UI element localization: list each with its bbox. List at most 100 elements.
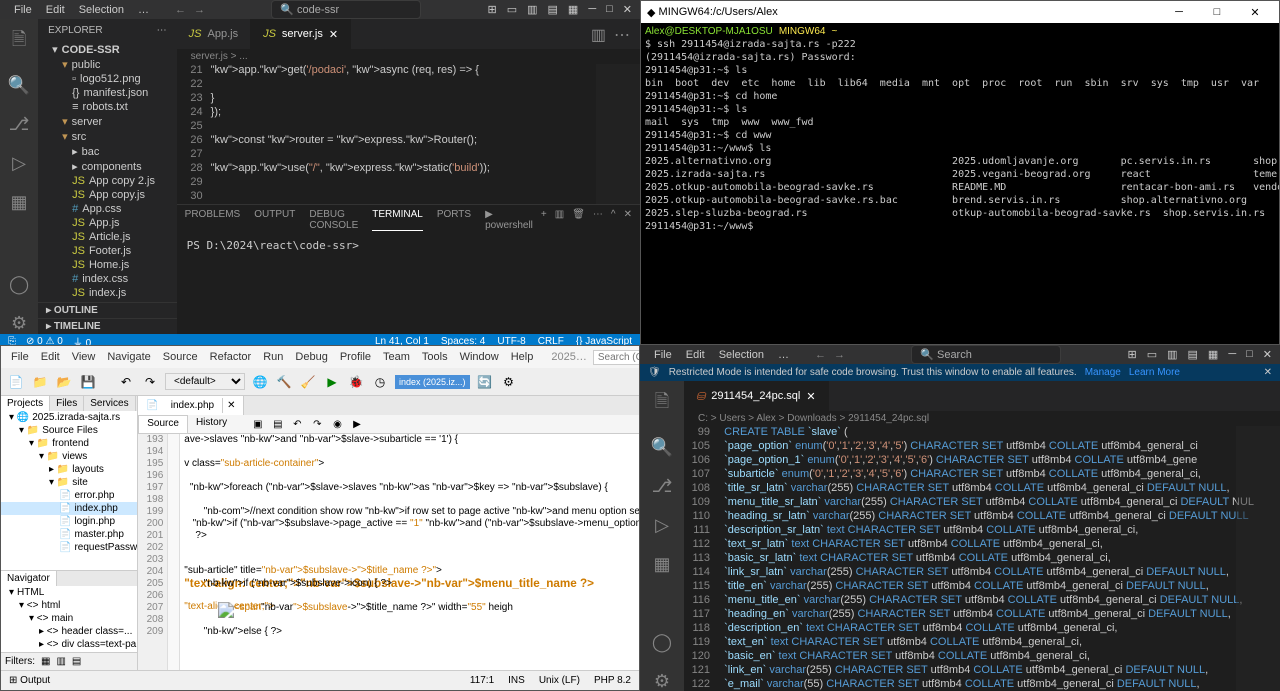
panel-icon[interactable]: ▥ bbox=[527, 3, 537, 16]
extensions-icon[interactable]: ▦ bbox=[653, 554, 670, 575]
shell-select[interactable]: ▶ powershell bbox=[485, 209, 533, 231]
tab-services[interactable]: Services bbox=[84, 396, 135, 411]
remote-icon[interactable]: ⎘ bbox=[8, 336, 16, 345]
explorer-icon[interactable]: 🗎 bbox=[12, 27, 26, 57]
menu-more[interactable]: … bbox=[132, 2, 155, 18]
learn-link[interactable]: Learn More bbox=[1129, 367, 1180, 378]
debug-icon[interactable]: 🐞 bbox=[347, 373, 365, 391]
ico-6[interactable]: ▶ bbox=[345, 417, 361, 431]
file-index[interactable]: 📄 index.php bbox=[1, 502, 137, 515]
terminal-body[interactable]: PS D:\2024\react\code-ssr> bbox=[177, 235, 640, 334]
close-btn[interactable]: ✕ bbox=[1237, 6, 1273, 19]
file-indexcss[interactable]: #index.css bbox=[38, 272, 177, 286]
profile-icon[interactable]: ◷ bbox=[371, 373, 389, 391]
settings-icon[interactable]: ⚙ bbox=[654, 671, 670, 691]
tab-ports[interactable]: PORTS bbox=[437, 209, 471, 231]
search-input[interactable] bbox=[593, 350, 640, 365]
tab-more-icon[interactable]: ⋯ bbox=[614, 25, 630, 43]
folder-src[interactable]: ▾src bbox=[38, 129, 177, 144]
build-icon[interactable]: 🔨 bbox=[275, 373, 293, 391]
customize-icon[interactable]: ▦ bbox=[568, 3, 578, 16]
output-toggle[interactable]: ⊞ Output bbox=[9, 675, 50, 686]
search-icon[interactable]: 🔍 bbox=[8, 75, 30, 96]
panel-icon[interactable]: ▥ bbox=[1167, 348, 1177, 361]
more-icon[interactable]: ⚙ bbox=[500, 373, 518, 391]
redo-icon[interactable]: ↷ bbox=[141, 373, 159, 391]
tab-appjs[interactable]: JSApp.js bbox=[177, 19, 251, 49]
nav-back-icon[interactable]: ← bbox=[815, 349, 826, 361]
nav-html[interactable]: ▾ HTML bbox=[1, 586, 137, 599]
status-errors[interactable]: ⊘ 0 ⚠ 0 bbox=[26, 336, 63, 345]
tab-terminal[interactable]: TERMINAL bbox=[372, 209, 423, 231]
menu-debug[interactable]: Debug bbox=[289, 349, 333, 365]
max-btn[interactable]: □ bbox=[1246, 348, 1253, 361]
folder-frontend[interactable]: ▾ 📁 frontend bbox=[1, 437, 137, 450]
term-more-icon[interactable]: ⋯ bbox=[593, 209, 603, 231]
sql-editor[interactable]: 9910510610710810911011111211311411511611… bbox=[684, 426, 1280, 691]
status-cursor[interactable]: Ln 41, Col 1 bbox=[375, 336, 429, 345]
file-article[interactable]: JSArticle.js bbox=[38, 230, 177, 244]
close-tab-icon[interactable]: ✕ bbox=[806, 390, 815, 403]
menu-file[interactable]: File bbox=[8, 2, 38, 18]
ico-3[interactable]: ↶ bbox=[285, 417, 301, 431]
status-encoding[interactable]: UTF-8 bbox=[497, 336, 525, 345]
sidebar-toggle-icon[interactable]: ▤ bbox=[548, 3, 558, 16]
close-tab-icon[interactable]: ✕ bbox=[329, 28, 338, 41]
tab-problems[interactable]: PROBLEMS bbox=[185, 209, 241, 231]
settings-icon[interactable]: ⚙ bbox=[11, 313, 27, 334]
ico-2[interactable]: ▤ bbox=[265, 417, 281, 431]
account-icon[interactable]: ◯ bbox=[9, 274, 29, 295]
minimap[interactable] bbox=[1236, 426, 1280, 691]
folder-layouts[interactable]: ▸ 📁 layouts bbox=[1, 463, 137, 476]
globe-icon[interactable]: 🌐 bbox=[251, 373, 269, 391]
account-icon[interactable]: ◯ bbox=[652, 632, 672, 653]
minimap[interactable] bbox=[596, 64, 640, 204]
file-robots[interactable]: ≡robots.txt bbox=[38, 100, 177, 114]
file-appjs[interactable]: JSApp.js bbox=[38, 216, 177, 230]
nav-fwd-icon[interactable]: → bbox=[194, 4, 205, 16]
breadcrumbs[interactable]: server.js > ... bbox=[177, 49, 640, 64]
max-btn[interactable]: □ bbox=[606, 3, 613, 16]
status-lang[interactable]: {} JavaScript bbox=[576, 336, 632, 345]
menu-selection[interactable]: Selection bbox=[73, 2, 130, 18]
folder-bac[interactable]: ▸bac bbox=[38, 144, 177, 159]
subtab-history[interactable]: History bbox=[188, 415, 235, 433]
min-btn[interactable]: ─ bbox=[1161, 6, 1197, 19]
layout-icon[interactable]: ▭ bbox=[507, 3, 517, 16]
scm-icon[interactable]: ⎇ bbox=[652, 476, 673, 497]
search-icon[interactable]: 🔍 bbox=[651, 437, 673, 458]
menu-window[interactable]: Window bbox=[454, 349, 505, 365]
folder-site[interactable]: ▾ 📁 site bbox=[1, 476, 137, 489]
menu-profile[interactable]: Profile bbox=[334, 349, 377, 365]
sidebar-toggle-icon[interactable]: ▤ bbox=[1188, 348, 1198, 361]
tab-output[interactable]: OUTPUT bbox=[254, 209, 295, 231]
max-btn[interactable]: □ bbox=[1199, 6, 1235, 19]
file-login[interactable]: 📄 login.php bbox=[1, 515, 137, 528]
layout-icon[interactable]: ▭ bbox=[1147, 348, 1157, 361]
debug-icon[interactable]: ▷ bbox=[12, 153, 26, 174]
filter-icon-2[interactable]: ▥ bbox=[56, 656, 65, 667]
tab-sql[interactable]: ⛁2911454_24pc.sql✕ bbox=[684, 381, 829, 411]
new-project-icon[interactable]: 📁 bbox=[31, 373, 49, 391]
menu-team[interactable]: Team bbox=[377, 349, 416, 365]
navigator-tab[interactable]: Navigator bbox=[1, 571, 57, 586]
extensions-icon[interactable]: ▦ bbox=[11, 192, 28, 213]
menu-run[interactable]: Run bbox=[257, 349, 289, 365]
file-error[interactable]: 📄 error.php bbox=[1, 489, 137, 502]
save-all-icon[interactable]: 💾 bbox=[79, 373, 97, 391]
file-indexjs[interactable]: JSindex.js bbox=[38, 286, 177, 300]
project-root[interactable]: ▾ 🌐 2025.izrada-sajta.rs bbox=[1, 411, 137, 424]
filter-icon[interactable]: ▦ bbox=[41, 656, 50, 667]
customize-icon[interactable]: ▦ bbox=[1208, 348, 1218, 361]
reload-icon[interactable]: 🔄 bbox=[476, 373, 494, 391]
file-logo[interactable]: ▫logo512.png bbox=[38, 72, 177, 86]
split-icon[interactable]: ▥ bbox=[591, 25, 606, 43]
menu-tools[interactable]: Tools bbox=[416, 349, 454, 365]
menu-source[interactable]: Source bbox=[157, 349, 204, 365]
menu-file[interactable]: File bbox=[648, 347, 678, 363]
debug-icon[interactable]: ▷ bbox=[655, 515, 669, 536]
tab-serverjs[interactable]: JSserver.js✕ bbox=[251, 19, 351, 49]
file-footer[interactable]: JSFooter.js bbox=[38, 244, 177, 258]
term-max-icon[interactable]: ^ bbox=[611, 209, 616, 231]
php-editor[interactable]: 1931941951961971981992002012022032042052… bbox=[138, 434, 640, 670]
